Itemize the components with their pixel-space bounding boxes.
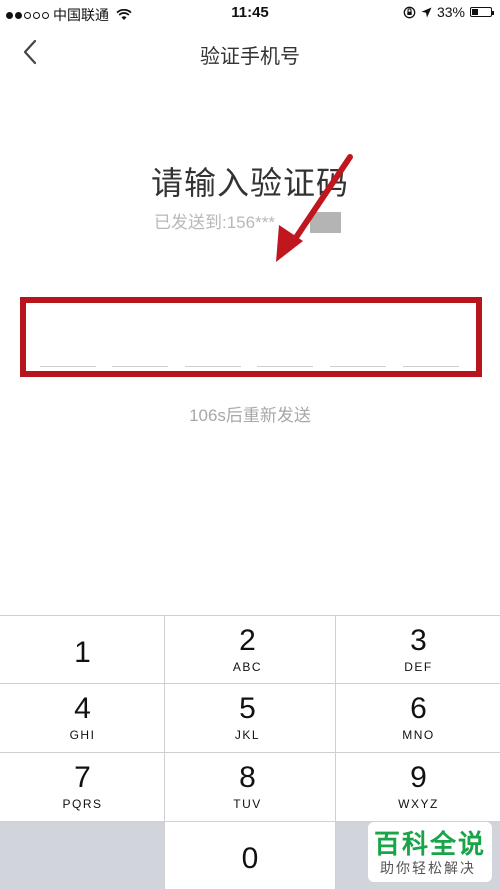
resend-countdown: 106s后重新发送 (189, 406, 311, 425)
code-slot[interactable] (112, 366, 168, 367)
key-digit: 2 (239, 624, 256, 657)
code-slot[interactable] (403, 366, 459, 367)
code-input-highlight[interactable] (20, 297, 482, 377)
watermark-logo: 百科全说 助你轻松解决 (368, 822, 492, 882)
key-letters: GHI (69, 728, 96, 742)
key-letters: MNO (402, 728, 435, 742)
battery-percent: 33% (436, 4, 465, 20)
key-digit: 4 (74, 692, 91, 725)
status-bar: 中国联通 11:45 33% (0, 0, 500, 26)
key-0[interactable]: 0 (165, 822, 335, 889)
code-slot[interactable] (185, 366, 241, 367)
verify-heading: 请输入验证码 (150, 165, 349, 201)
key-digit: 7 (74, 761, 91, 794)
code-slot[interactable] (257, 366, 313, 367)
key-1[interactable]: 1 (0, 616, 165, 684)
key-4[interactable]: 4 GHI (0, 684, 165, 752)
phone-mask-block (310, 212, 341, 233)
key-2[interactable]: 2 ABC (165, 616, 330, 684)
code-slot[interactable] (330, 366, 386, 367)
key-letters: PQRS (62, 797, 103, 811)
key-letters: TUV (233, 797, 262, 811)
watermark-subtitle: 助你轻松解决 (380, 860, 476, 876)
battery-icon (470, 7, 494, 17)
key-digit: 9 (410, 761, 427, 794)
key-digit: 1 (74, 636, 91, 669)
key-9[interactable]: 9 WXYZ (336, 753, 500, 821)
key-3[interactable]: 3 DEF (336, 616, 500, 684)
key-digit: 8 (239, 761, 256, 794)
nav-bar: 验证手机号 (0, 26, 500, 76)
status-right: 33% (403, 4, 494, 20)
code-slot[interactable] (40, 366, 96, 367)
key-letters: ABC (232, 660, 263, 674)
sent-to-text: 已发送到:156*** (154, 213, 275, 232)
key-7[interactable]: 7 PQRS (0, 753, 165, 821)
key-6[interactable]: 6 MNO (336, 684, 500, 752)
key-letters: JKL (234, 728, 261, 742)
key-5[interactable]: 5 JKL (165, 684, 330, 752)
key-8[interactable]: 8 TUV (165, 753, 330, 821)
key-digit: 6 (410, 692, 427, 725)
orientation-lock-icon (403, 6, 416, 18)
page-title: 验证手机号 (200, 46, 300, 68)
keypad-blank-key (0, 821, 164, 889)
key-digit: 0 (241, 842, 259, 875)
key-digit: 5 (239, 692, 256, 725)
key-letters: DEF (404, 660, 433, 674)
watermark-title: 百科全说 (374, 829, 487, 859)
key-letters: WXYZ (398, 797, 439, 811)
location-arrow-icon (421, 7, 432, 17)
key-digit: 3 (410, 624, 427, 657)
